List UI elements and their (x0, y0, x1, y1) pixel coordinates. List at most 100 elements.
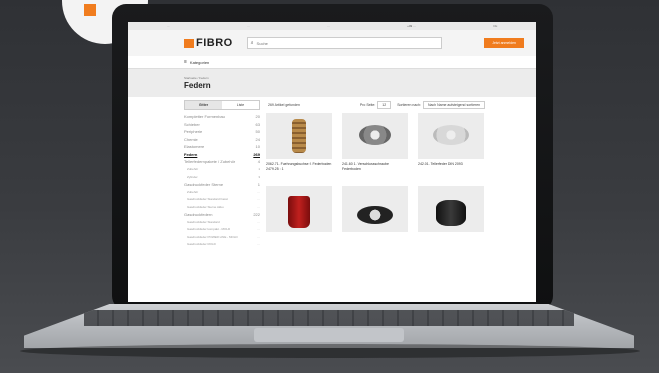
sidebar-item[interactable]: Zubehör 1 (184, 166, 260, 174)
sidebar-item-count: … (257, 204, 260, 209)
product-card[interactable]: 242.01. Tellerfeder DIN 2093 (418, 113, 484, 176)
product-caption[interactable] (418, 235, 484, 249)
product-image[interactable] (418, 186, 484, 232)
list-view-button[interactable]: Liste (222, 101, 259, 109)
per-page-label: Pro Seite: (359, 103, 376, 107)
product-image[interactable] (266, 186, 332, 232)
main-content: Kompletter Formenbau 20 Schieber 63 Peripher… (128, 113, 536, 249)
grid-view-button[interactable]: Gitter (185, 101, 222, 109)
sidebar-item[interactable]: Kompletter Formenbau 20 (184, 113, 260, 121)
sidebar-item[interactable]: Gasdruckfeder Standard… (184, 218, 260, 226)
sidebar-item-count: 50 (255, 129, 260, 135)
sidebar-item[interactable]: Peripherie 50 (184, 128, 260, 136)
logo-text: FIBRO (196, 37, 233, 49)
sort-select[interactable]: Nach Name aufsteigend sortieren (422, 101, 486, 109)
sidebar-item-label: Tellerfedernpakete / Zubehör (184, 159, 236, 165)
product-photo (359, 125, 391, 145)
sidebar-item[interactable]: Schieber 63 (184, 121, 260, 129)
product-photo (288, 196, 310, 228)
sidebar-item[interactable]: Federn 269 (184, 151, 260, 159)
topbar-item[interactable]: … (247, 24, 250, 28)
per-page-select[interactable]: 12 (377, 101, 392, 109)
product-image[interactable] (418, 113, 484, 159)
category-sidebar: Kompletter Formenbau 20 Schieber 63 Peripher… (184, 113, 260, 249)
sidebar-item-label: Zubehör (187, 189, 199, 194)
sidebar-item[interactable]: Gasdruckfeder ROLD… (184, 241, 260, 249)
keyboard (84, 310, 574, 326)
product-caption[interactable]: 2062.71. Fuehrungsbuchse f. Federboden 2… (266, 162, 332, 176)
sidebar-item[interactable]: Gasdruckfeder Sterne 1 (184, 181, 260, 189)
language-select[interactable]: DE (493, 24, 497, 28)
grid-view-label: Gitter (198, 103, 209, 107)
sidebar-item-count: 222 (253, 211, 260, 217)
sidebar-item-count: 1 (258, 167, 260, 172)
login-button[interactable]: Jetzt anmelden (484, 38, 524, 48)
sidebar-item[interactable]: Gasdruckfeder kompakt - MOLD … (184, 226, 260, 234)
sidebar-item[interactable]: Zylinder 3 (184, 173, 260, 181)
product-caption[interactable]: 241.60 1. Verschlussschraube Federboden (342, 162, 408, 176)
sidebar-item-count: … (257, 219, 260, 224)
sidebar-item-count: 24 (255, 136, 260, 142)
list-view-label: Liste (236, 103, 245, 107)
product-image[interactable] (342, 113, 408, 159)
view-toggle: Gitter Liste (184, 100, 260, 110)
sidebar-item-label: Federn (184, 151, 198, 157)
sidebar-item-label: Gasdruckfeder kompakt - MOLD (187, 227, 231, 232)
sidebar-item[interactable]: Tellerfedernpakete / Zubehör 4 (184, 158, 260, 166)
top-bar: … … … +49 … DE (128, 22, 536, 30)
search-placeholder: Suche (256, 40, 268, 46)
result-count: 269 Artikel gefunden (268, 103, 300, 107)
product-photo (357, 206, 393, 224)
sidebar-item-count: 1 (257, 181, 260, 187)
sidebar-item-count: … (257, 242, 260, 247)
product-card[interactable] (266, 186, 332, 249)
fibro-logo[interactable]: FIBRO (184, 37, 233, 49)
product-caption[interactable] (266, 235, 332, 249)
sidebar-item[interactable]: Zubehör… (184, 188, 260, 196)
product-image[interactable] (266, 113, 332, 159)
sidebar-item-label: Zylinder (187, 174, 198, 179)
product-caption[interactable]: 242.01. Tellerfeder DIN 2093 (418, 162, 484, 176)
product-card[interactable] (342, 186, 408, 249)
sidebar-item-label: Gasdruckfedern (184, 211, 213, 217)
sidebar-item[interactable]: Gasdruckfeder Standard Fasst … (184, 196, 260, 204)
breadcrumb[interactable]: Startseite / Federn (184, 76, 536, 80)
sidebar-item-count: 269 (253, 151, 260, 157)
laptop-base (24, 304, 634, 348)
sidebar-item[interactable]: Gasdruckfedern 222 (184, 211, 260, 219)
sidebar-item-count: 63 (255, 121, 260, 127)
site-header: FIBRO ⌕ Suche Jetzt anmelden (128, 30, 536, 56)
sidebar-item[interactable]: Chemie 24 (184, 136, 260, 144)
sidebar-item-count: … (257, 197, 260, 202)
product-card[interactable]: 2062.71. Fuehrungsbuchse f. Federboden 2… (266, 113, 332, 176)
sidebar-item-label: Zubehör (187, 167, 199, 172)
product-caption[interactable] (342, 235, 408, 249)
category-bar[interactable]: ≡ Kategorien (128, 56, 536, 69)
listing-toolbar: Gitter Liste 269 Artikel gefunden Pro Se… (128, 97, 536, 113)
sidebar-item-count: … (257, 227, 260, 232)
sidebar-item-label: Gasdruckfeder Standard Fasst (187, 197, 228, 202)
sidebar-item-label: Gasdruckfeder Sterne Akku (187, 204, 224, 209)
brand-square-icon (84, 4, 96, 16)
sidebar-item-count: … (257, 234, 260, 239)
topbar-phone[interactable]: +49 … (407, 24, 416, 28)
laptop-shadow (20, 344, 640, 358)
sidebar-item-label: Chemie (184, 136, 198, 142)
sidebar-item-label: Schieber (184, 121, 200, 127)
search-icon: ⌕ (250, 40, 254, 46)
product-photo (436, 200, 466, 226)
product-card[interactable] (418, 186, 484, 249)
product-image[interactable] (342, 186, 408, 232)
product-card[interactable]: 241.60 1. Verschlussschraube Federboden (342, 113, 408, 176)
sidebar-item[interactable]: Gasdruckfeder Sterne Akku … (184, 203, 260, 211)
sidebar-item-label: Elastomere (184, 144, 205, 150)
sidebar-item-count: 10 (255, 144, 260, 150)
sidebar-item[interactable]: Gasdruckfeder POWER LINE - MOLD… (184, 233, 260, 241)
laptop-screen: … … … +49 … DE FIBRO ⌕ Suche Jetzt anmel… (128, 22, 536, 302)
search-input[interactable]: ⌕ Suche (246, 37, 442, 49)
topbar-item[interactable]: … (327, 24, 330, 28)
topbar-item[interactable]: … (167, 24, 170, 28)
page-title: Federn (184, 81, 211, 90)
sidebar-item-count: 4 (257, 159, 260, 165)
sidebar-item[interactable]: Elastomere 10 (184, 143, 260, 151)
